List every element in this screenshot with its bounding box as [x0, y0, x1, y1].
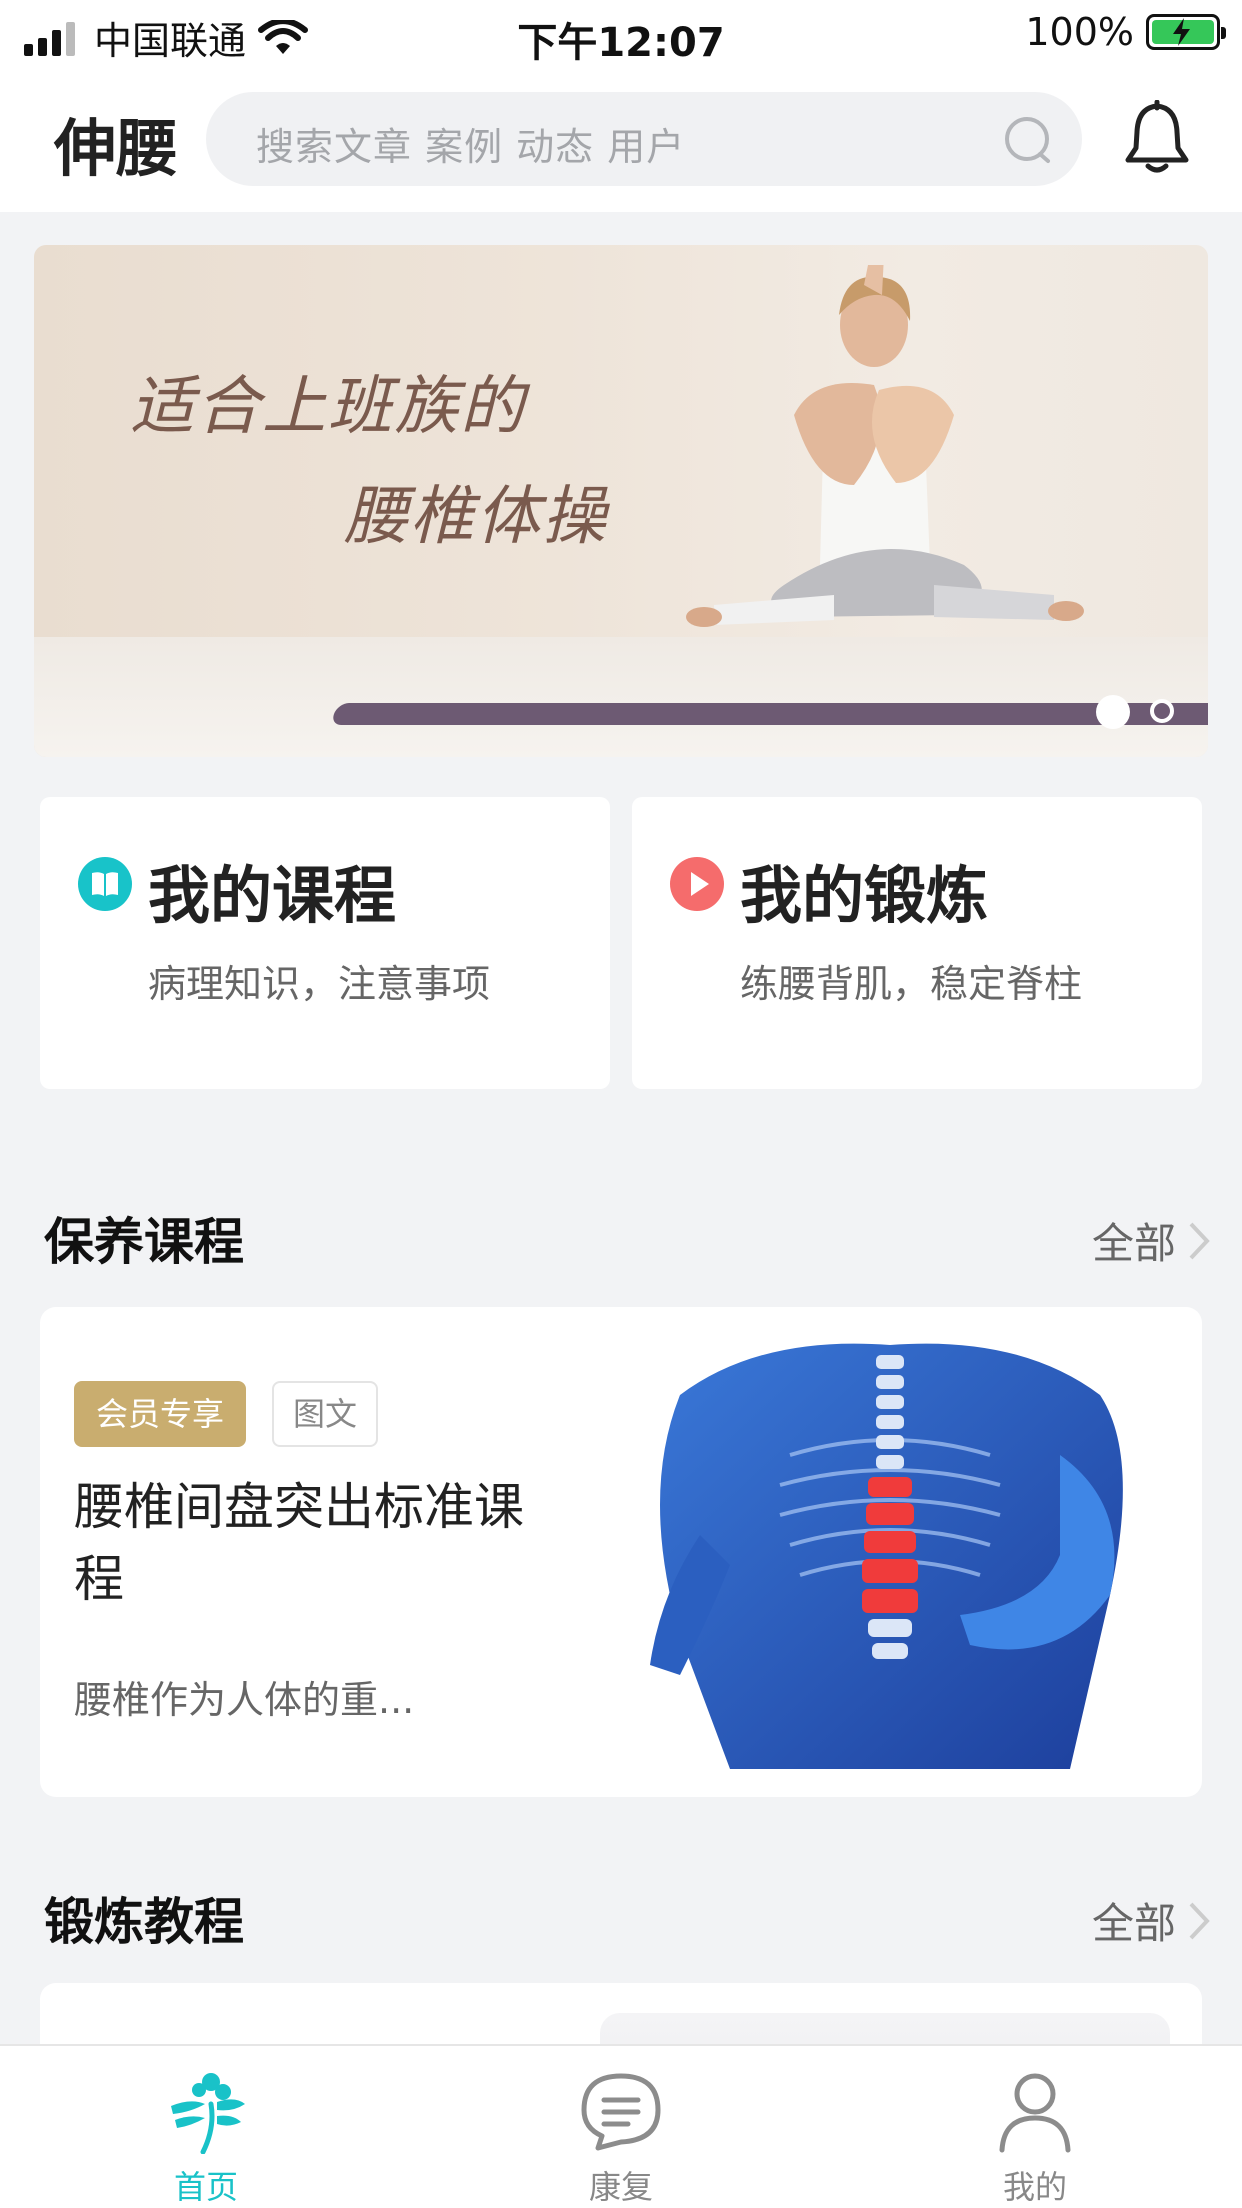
banner-headline-line2: 腰椎体操	[344, 480, 608, 554]
spine-illustration	[650, 1343, 1123, 1769]
chevron-right-icon	[1189, 1222, 1210, 1259]
see-all-exercise-link[interactable]: 全部	[1092, 1890, 1212, 1951]
my-courses-title: 我的课程	[148, 859, 397, 932]
content-type-badge: 图文	[272, 1381, 378, 1447]
tab-home[interactable]: 首页	[106, 2068, 306, 2208]
chat-bubble-icon	[581, 2073, 661, 2151]
battery-icon	[1146, 14, 1226, 50]
section-title-courses: 保养课程	[44, 1213, 244, 1271]
banner-carousel[interactable]: 适合上班族的 腰椎体操	[34, 245, 1208, 757]
tab-home-label: 首页	[173, 2168, 238, 2206]
see-all-label: 全部	[1091, 1219, 1176, 1268]
course-description: 腰椎作为人体的重...	[74, 1678, 415, 1722]
vip-badge: 会员专享	[74, 1381, 246, 1447]
yoga-figure-image	[686, 265, 1084, 627]
search-icon[interactable]	[1002, 114, 1054, 166]
see-all-label: 全部	[1091, 1899, 1176, 1948]
my-exercise-title: 我的锻炼	[740, 859, 989, 932]
app-title: 伸腰	[54, 112, 179, 185]
course-title: 腰椎间盘突出标准课程	[74, 1478, 524, 1608]
section-title-exercise: 锻炼教程	[44, 1893, 244, 1951]
carousel-dot[interactable]	[1150, 699, 1174, 723]
play-icon	[670, 857, 724, 911]
tab-profile[interactable]: 我的	[935, 2068, 1135, 2208]
banner-headline-line1: 适合上班族的	[130, 370, 526, 444]
chevron-right-icon	[1189, 1902, 1210, 1939]
battery-percent: 100%	[1025, 10, 1134, 54]
tab-bar: 首页 康复 我的	[0, 2044, 1242, 2208]
tab-profile-label: 我的	[1002, 2168, 1067, 2206]
bell-icon[interactable]	[1122, 100, 1192, 176]
search-placeholder: 搜索文章 案例 动态 用户	[256, 125, 686, 169]
tab-recovery-label: 康复	[588, 2168, 653, 2206]
dragonfly-home-icon	[171, 2073, 245, 2154]
my-exercise-card[interactable]: 我的锻炼 练腰背肌，稳定脊柱	[632, 797, 1202, 1089]
my-courses-subtitle: 病理知识，注意事项	[148, 962, 491, 1006]
course-card[interactable]: 会员专享 图文 腰椎间盘突出标准课程 腰椎作为人体的重...	[40, 1307, 1202, 1797]
carousel-dot-active[interactable]	[1096, 695, 1130, 729]
my-exercise-subtitle: 练腰背肌，稳定脊柱	[740, 962, 1083, 1006]
see-all-courses-link[interactable]: 全部	[1092, 1210, 1212, 1271]
user-icon	[999, 2073, 1071, 2153]
my-courses-card[interactable]: 我的课程 病理知识，注意事项	[40, 797, 610, 1089]
app-header: 伸腰 搜索文章 案例 动态 用户	[0, 66, 1242, 212]
search-bar[interactable]: 搜索文章 案例 动态 用户	[206, 92, 1082, 186]
book-icon	[78, 857, 132, 911]
status-bar: 中国联通 下午12:07 100%	[0, 0, 1242, 66]
tab-recovery[interactable]: 康复	[521, 2068, 721, 2208]
